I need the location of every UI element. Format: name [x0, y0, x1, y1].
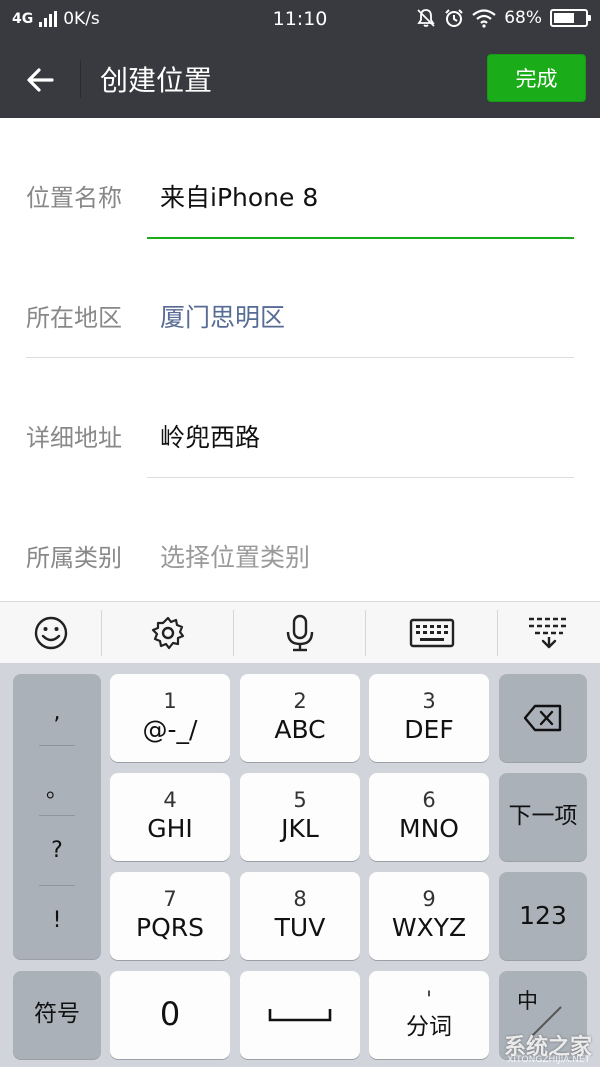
next-field-label: 下一项 — [508, 803, 578, 830]
space-key[interactable] — [240, 971, 360, 1059]
emoji-icon — [34, 616, 67, 650]
punctuation-column[interactable]: , 。 ? ! — [13, 674, 101, 959]
key-letters: GHI — [147, 814, 193, 844]
alarm-icon — [445, 9, 463, 27]
split-word-label: 分词 — [406, 1013, 452, 1040]
key-number: 8 — [293, 887, 307, 912]
numeric-mode-key[interactable]: 123 — [499, 872, 587, 960]
address-row: 详细地址 岭兜西路 — [0, 358, 600, 478]
key-2[interactable]: 2 ABC — [240, 674, 360, 762]
keyboard-switch-button[interactable] — [366, 602, 497, 664]
gear-icon — [151, 616, 184, 650]
key-number: 4 — [163, 788, 177, 813]
punct-period-key[interactable]: 。 — [13, 772, 101, 804]
category-row[interactable]: 所属类别 选择位置类别 — [0, 478, 600, 598]
region-label: 所在地区 — [26, 304, 122, 332]
keyboard-toolbar — [0, 601, 600, 663]
backspace-key[interactable] — [499, 674, 587, 762]
done-button[interactable]: 完成 — [487, 54, 586, 102]
key-letters: TUV — [274, 913, 326, 943]
wifi-icon — [472, 9, 496, 28]
punct-divider — [39, 885, 75, 886]
key-letters: MNO — [399, 814, 459, 844]
microphone-icon — [286, 614, 313, 652]
key-number: 9 — [422, 887, 436, 912]
punct-comma-key[interactable]: , — [13, 700, 101, 725]
numeric-mode-label: 123 — [519, 900, 567, 930]
key-letters: WXYZ — [391, 913, 467, 943]
split-apostrophe: ' — [426, 987, 432, 1012]
key-1[interactable]: 1 @-_/ — [110, 674, 230, 762]
key-letters: ABC — [274, 715, 326, 745]
symbol-label: 符号 — [34, 1001, 80, 1028]
battery-percent: 68% — [504, 8, 542, 28]
key-letters: DEF — [404, 715, 454, 745]
key-letters: PQRS — [136, 913, 204, 943]
key-8[interactable]: 8 TUV — [240, 872, 360, 960]
page-title: 创建位置 — [100, 64, 213, 97]
key-number: 7 — [163, 887, 177, 912]
settings-button[interactable] — [102, 602, 233, 664]
key-9[interactable]: 9 WXYZ — [369, 872, 489, 960]
battery-level — [554, 13, 574, 23]
key-4[interactable]: 4 GHI — [110, 773, 230, 861]
key-number: 2 — [293, 689, 307, 714]
key-letters: JKL — [281, 814, 319, 844]
key-3[interactable]: 3 DEF — [369, 674, 489, 762]
symbol-key[interactable]: 符号 — [13, 971, 101, 1059]
key-5[interactable]: 5 JKL — [240, 773, 360, 861]
watermark-url: XITONGZHIJIA.NET — [507, 1055, 590, 1065]
punct-divider — [39, 745, 75, 746]
punct-question-key[interactable]: ? — [13, 838, 101, 863]
battery-icon — [550, 9, 591, 27]
key-number: 3 — [422, 689, 436, 714]
location-name-input[interactable]: 来自iPhone 8 — [160, 178, 318, 214]
address-input[interactable]: 岭兜西路 — [160, 418, 260, 454]
key-number: 1 — [163, 689, 177, 714]
key-zero-label: 0 — [159, 995, 181, 1034]
back-button[interactable] — [22, 60, 62, 100]
split-word-key[interactable]: ' 分词 — [369, 971, 489, 1059]
punct-exclaim-key[interactable]: ! — [13, 908, 101, 933]
next-field-key[interactable]: 下一项 — [499, 773, 587, 861]
keyboard-icon — [409, 618, 454, 648]
status-right: 68% — [416, 8, 591, 28]
title-divider — [80, 60, 81, 98]
key-7[interactable]: 7 PQRS — [110, 872, 230, 960]
category-select[interactable]: 选择位置类别 — [160, 538, 310, 574]
region-value[interactable]: 厦门思明区 — [160, 298, 285, 334]
backspace-icon — [523, 704, 562, 732]
punct-divider — [39, 815, 75, 816]
location-name-row: 位置名称 来自iPhone 8 — [0, 118, 600, 239]
space-icon — [268, 1009, 332, 1022]
category-label: 所属类别 — [26, 544, 122, 572]
key-0[interactable]: 0 — [110, 971, 230, 1059]
key-letters: @-_/ — [142, 715, 198, 745]
back-arrow-icon — [27, 68, 54, 92]
title-bar: 创建位置 完成 — [0, 40, 600, 118]
t9-keyboard: , 。 ? ! 1 @-_/ 2 ABC 3 DEF 4 GHI 5 JKL 6… — [0, 663, 600, 1067]
hide-keyboard-button[interactable] — [498, 602, 600, 664]
key-number: 5 — [293, 788, 307, 813]
hide-keyboard-icon — [529, 617, 569, 649]
mute-bell-icon — [417, 9, 435, 27]
emoji-button[interactable] — [0, 602, 101, 664]
key-number: 6 — [422, 788, 436, 813]
address-label: 详细地址 — [26, 424, 122, 452]
key-6[interactable]: 6 MNO — [369, 773, 489, 861]
location-name-label: 位置名称 — [26, 184, 122, 212]
status-bar: 4G 0K/s 11:10 68% — [0, 0, 600, 40]
location-form: 位置名称 来自iPhone 8 所在地区 厦门思明区 详细地址 岭兜西路 所属类… — [0, 118, 600, 601]
region-row[interactable]: 所在地区 厦门思明区 — [0, 238, 600, 358]
voice-button[interactable] — [234, 602, 365, 664]
